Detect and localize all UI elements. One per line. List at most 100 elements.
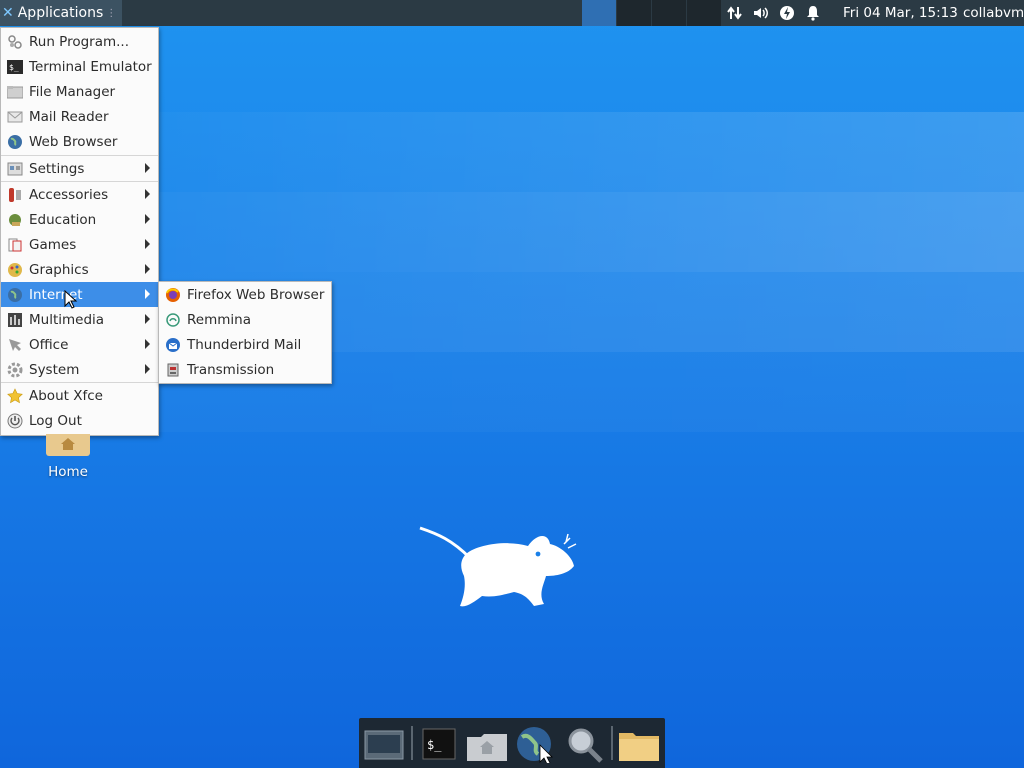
workspace-4[interactable] xyxy=(686,0,721,26)
home-label: Home xyxy=(48,464,88,480)
submenu-arrow-icon xyxy=(145,339,150,349)
top-panel: ✕ Applications ⋮ Fri 04 Mar, 15:13 colla… xyxy=(0,0,1024,26)
menu-item-label: Education xyxy=(29,211,97,228)
menu-item-label: File Manager xyxy=(29,83,116,100)
submenu-item-remmina[interactable]: Remmina xyxy=(159,307,331,332)
submenu-item-thunderbird[interactable]: Thunderbird Mail xyxy=(159,332,331,357)
menu-item-label: Web Browser xyxy=(29,133,118,150)
graphics-icon xyxy=(7,262,23,278)
menu-item-label: Log Out xyxy=(29,412,82,429)
desktop-home-icon[interactable]: Home xyxy=(40,434,96,480)
thunderbird-icon xyxy=(165,337,181,353)
menu-item-accessories[interactable]: Accessories xyxy=(1,182,158,207)
show-desktop-icon[interactable] xyxy=(363,725,404,763)
menu-item-label: Office xyxy=(29,336,69,353)
submenu-item-label: Remmina xyxy=(187,311,251,328)
submenu-arrow-icon xyxy=(145,289,150,299)
menu-item-office[interactable]: Office xyxy=(1,332,158,357)
submenu-arrow-icon xyxy=(145,314,150,324)
terminal-icon: $_ xyxy=(7,59,23,75)
menu-item-label: Games xyxy=(29,236,77,253)
network-icon[interactable] xyxy=(722,0,748,26)
power-icon[interactable] xyxy=(774,0,800,26)
submenu-item-transmission[interactable]: Transmission xyxy=(159,357,331,382)
submenu-arrow-icon xyxy=(145,163,150,173)
user-name[interactable]: collabvm xyxy=(963,5,1024,21)
submenu-item-label: Firefox Web Browser xyxy=(187,286,325,303)
system-icon xyxy=(7,362,23,378)
clock[interactable]: Fri 04 Mar, 15:13 xyxy=(843,5,958,21)
accessories-icon xyxy=(7,187,23,203)
xfce-mouse-logo xyxy=(418,524,578,618)
menu-item-log-out[interactable]: Log Out xyxy=(1,408,158,433)
menu-item-label: Terminal Emulator xyxy=(29,58,152,75)
search-icon[interactable] xyxy=(563,725,603,763)
logout-icon xyxy=(7,413,23,429)
svg-text:$_: $_ xyxy=(9,63,19,72)
dock-separator xyxy=(611,726,613,760)
mail-icon xyxy=(7,109,23,125)
notification-icon[interactable] xyxy=(800,0,826,26)
transmission-icon xyxy=(165,362,181,378)
xfce-logo-icon: ✕ xyxy=(2,5,14,21)
menu-item-multimedia[interactable]: Multimedia xyxy=(1,307,158,332)
menu-item-file-manager[interactable]: File Manager xyxy=(1,79,158,104)
home-folder-icon[interactable] xyxy=(465,725,507,763)
system-tray xyxy=(722,0,826,26)
workspace-3[interactable] xyxy=(651,0,686,26)
menu-item-games[interactable]: Games xyxy=(1,232,158,257)
menu-item-settings[interactable]: Settings xyxy=(1,156,158,181)
submenu-arrow-icon xyxy=(145,264,150,274)
submenu-arrow-icon xyxy=(145,214,150,224)
menu-item-web-browser[interactable]: Web Browser xyxy=(1,129,158,154)
menu-item-about-xfce[interactable]: About Xfce xyxy=(1,383,158,408)
submenu-item-label: Thunderbird Mail xyxy=(187,336,302,353)
multimedia-icon xyxy=(7,312,23,328)
internet-icon xyxy=(7,287,23,303)
folder-icon[interactable] xyxy=(617,725,659,763)
workspace-switcher xyxy=(582,0,721,26)
remmina-icon xyxy=(165,312,181,328)
firefox-icon xyxy=(165,287,181,303)
menu-item-education[interactable]: Education xyxy=(1,207,158,232)
svg-text:$_: $_ xyxy=(427,738,442,752)
applications-menu-button[interactable]: ✕ Applications ⋮ xyxy=(0,0,123,26)
mouse-cursor-icon xyxy=(64,289,78,314)
web-browser-icon[interactable] xyxy=(514,725,554,765)
menu-item-label: About Xfce xyxy=(29,387,103,404)
menu-item-label: Accessories xyxy=(29,186,109,203)
panel-handle-icon: ⋮ xyxy=(106,7,117,19)
menu-item-terminal-emulator[interactable]: $_ Terminal Emulator xyxy=(1,54,158,79)
internet-submenu: Firefox Web Browser Remmina Thunderbird … xyxy=(158,281,332,384)
submenu-arrow-icon xyxy=(145,239,150,249)
settings-icon xyxy=(7,161,23,177)
file-manager-icon xyxy=(7,84,23,100)
menu-item-label: Graphics xyxy=(29,261,89,278)
star-icon xyxy=(7,387,23,404)
applications-label: Applications xyxy=(17,5,104,21)
volume-icon[interactable] xyxy=(748,0,774,26)
web-browser-icon xyxy=(7,134,23,150)
dock-separator xyxy=(411,726,413,760)
menu-item-label: Run Program... xyxy=(29,33,130,50)
menu-item-label: System xyxy=(29,361,80,378)
menu-item-mail-reader[interactable]: Mail Reader xyxy=(1,104,158,129)
menu-item-graphics[interactable]: Graphics xyxy=(1,257,158,282)
menu-item-label: Settings xyxy=(29,160,85,177)
home-folder-icon xyxy=(46,434,90,456)
submenu-item-label: Transmission xyxy=(187,361,275,378)
submenu-arrow-icon xyxy=(145,364,150,374)
office-icon xyxy=(7,337,23,353)
workspace-2[interactable] xyxy=(616,0,651,26)
run-program-icon xyxy=(7,34,23,50)
submenu-item-firefox[interactable]: Firefox Web Browser xyxy=(159,282,331,307)
games-icon xyxy=(7,237,23,253)
menu-item-run-program[interactable]: Run Program... xyxy=(1,29,158,54)
terminal-icon[interactable]: $_ xyxy=(419,725,459,763)
dock-panel: $_ xyxy=(359,718,665,768)
menu-item-internet[interactable]: Internet xyxy=(1,282,158,307)
workspace-1[interactable] xyxy=(582,0,616,26)
menu-item-system[interactable]: System xyxy=(1,357,158,382)
submenu-arrow-icon xyxy=(145,189,150,199)
menu-item-label: Mail Reader xyxy=(29,108,109,125)
